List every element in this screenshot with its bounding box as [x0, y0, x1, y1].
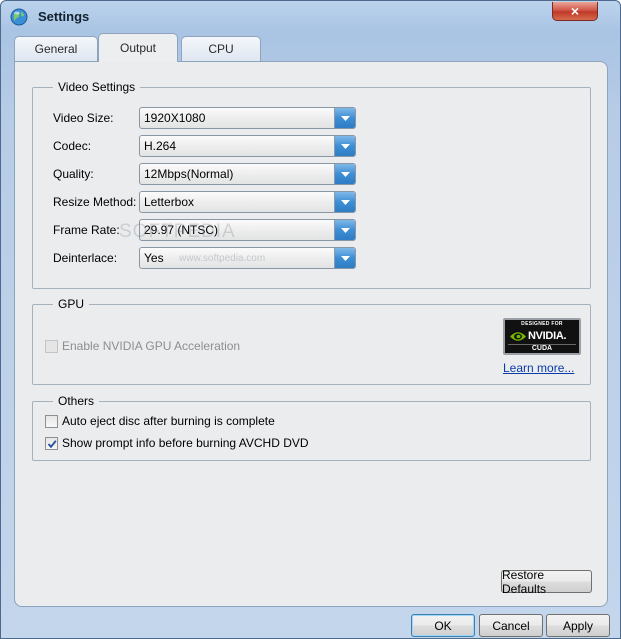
resize-method-select[interactable]: Letterbox [139, 191, 356, 213]
video-size-label: Video Size: [53, 111, 114, 125]
deinterlace-label: Deinterlace: [53, 251, 118, 265]
chevron-down-icon [334, 136, 355, 156]
frame-rate-select[interactable]: 29.97 (NTSC) [139, 219, 356, 241]
resize-method-value: Letterbox [144, 195, 195, 209]
frame-rate-value: 29.97 (NTSC) [144, 223, 219, 237]
ok-label: OK [434, 618, 452, 633]
video-size-value: 1920X1080 [144, 111, 206, 125]
deinterlace-select[interactable]: Yes [139, 247, 356, 269]
show-prompt-label: Show prompt info before burning AVCHD DV… [62, 436, 309, 450]
logo-bottom-text: CUDA [508, 344, 576, 352]
tab-cpu[interactable]: CPU [181, 36, 261, 61]
auto-eject-label: Auto eject disc after burning is complet… [62, 414, 275, 428]
app-globe-icon [10, 8, 28, 26]
gpu-acceleration-checkbox[interactable] [45, 340, 58, 353]
chevron-down-icon [334, 220, 355, 240]
ok-button[interactable]: OK [411, 614, 475, 637]
title-bar[interactable]: Settings × [1, 1, 620, 31]
settings-window: Settings × General Output CPU Video Sett… [0, 0, 621, 639]
video-size-select[interactable]: 1920X1080 [139, 107, 356, 129]
tab-general-label: General [34, 42, 78, 56]
window-title: Settings [38, 9, 90, 24]
codec-value: H.264 [144, 139, 177, 153]
others-group: Others Auto eject disc after burning is … [32, 394, 591, 461]
chevron-down-icon [334, 248, 355, 268]
apply-label: Apply [562, 618, 594, 633]
video-settings-group: Video Settings Video Size: 1920X1080 Cod… [32, 80, 591, 289]
checkmark-icon [47, 440, 57, 449]
gpu-acceleration-label: Enable NVIDIA GPU Acceleration [62, 339, 241, 353]
quality-label: Quality: [53, 167, 94, 181]
deinterlace-value: Yes [144, 251, 164, 265]
close-icon: × [570, 3, 580, 19]
chevron-down-icon [334, 192, 355, 212]
logo-brand-text: NVIDIA. [528, 330, 567, 342]
tab-cpu-label: CPU [208, 42, 234, 56]
learn-more-link[interactable]: Learn more... [503, 361, 574, 375]
quality-value: 12Mbps(Normal) [144, 167, 234, 181]
cancel-label: Cancel [492, 618, 530, 633]
quality-select[interactable]: 12Mbps(Normal) [139, 163, 356, 185]
chevron-down-icon [334, 108, 355, 128]
others-legend: Others [53, 394, 100, 408]
video-settings-legend: Video Settings [53, 80, 141, 94]
auto-eject-checkbox[interactable] [45, 415, 58, 428]
codec-label: Codec: [53, 139, 92, 153]
restore-defaults-button[interactable]: Restore Defaults [501, 567, 592, 596]
tab-general[interactable]: General [14, 36, 98, 61]
chevron-down-icon [334, 164, 355, 184]
cancel-button[interactable]: Cancel [479, 614, 543, 637]
show-prompt-checkbox[interactable] [45, 437, 58, 450]
gpu-group: GPU Enable NVIDIA GPU Acceleration DESIG… [32, 297, 591, 385]
logo-top-text: DESIGNED FOR [521, 321, 563, 327]
gpu-legend: GPU [53, 297, 90, 311]
codec-select[interactable]: H.264 [139, 135, 356, 157]
resize-method-label: Resize Method: [53, 195, 137, 209]
apply-button[interactable]: Apply [546, 614, 610, 637]
close-button[interactable]: × [552, 2, 598, 21]
tab-output[interactable]: Output [98, 33, 178, 62]
tab-output-label: Output [119, 41, 157, 55]
restore-defaults-label: Restore Defaults [502, 567, 547, 596]
output-tab-panel: Video Settings Video Size: 1920X1080 Cod… [14, 61, 608, 607]
nvidia-cuda-logo: DESIGNED FOR NVIDIA. CUDA [503, 318, 581, 355]
frame-rate-label: Frame Rate: [53, 223, 120, 237]
